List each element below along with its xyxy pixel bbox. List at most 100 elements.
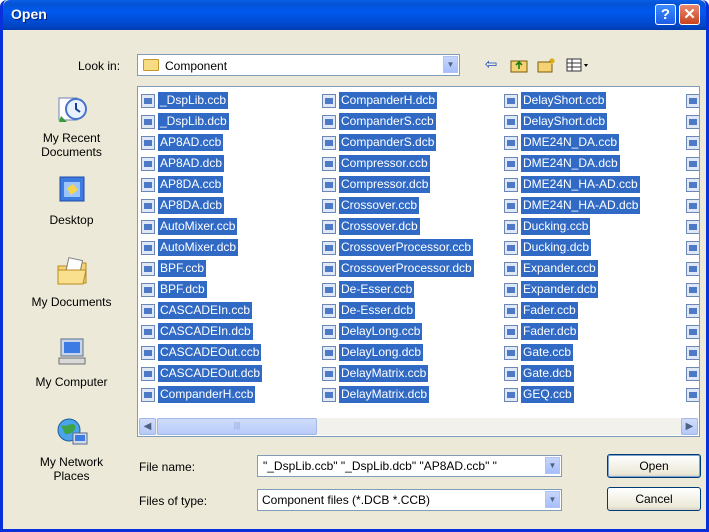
file-name: _DspLib.dcb [158,113,229,130]
file-icon [504,367,518,381]
file-icon [322,220,336,234]
file-type-value: Component files (*.DCB *.CCB) [262,493,431,507]
file-name: CrossoverProcessor.ccb [339,239,474,256]
file-name: DelayMatrix.dcb [339,386,430,403]
file-name: Crossover.ccb [339,197,420,214]
dialog-title: Open [11,6,47,22]
chevron-down-icon[interactable]: ▼ [545,491,560,508]
place-my-recent-documents[interactable]: My Recent Documents [15,92,128,159]
file-name: Ducking.ccb [521,218,591,235]
scroll-left-icon[interactable]: ◀ [139,418,156,435]
help-button[interactable]: ? [655,4,676,25]
chevron-down-icon[interactable]: ▼ [545,457,560,474]
file-icon [686,136,699,150]
file-icon [322,388,336,402]
open-button[interactable]: Open [607,454,701,478]
file-icon [686,115,699,129]
file-icon [686,304,699,318]
file-icon [141,220,155,234]
file-name: Expander.dcb [521,281,599,298]
horizontal-scrollbar[interactable]: ◀ ||| ▶ [139,418,698,435]
scroll-thumb[interactable]: ||| [157,418,317,435]
file-name-text[interactable] [261,458,545,474]
file-name: DME24N_DA.ccb [521,134,620,151]
file-icon [504,388,518,402]
title-bar[interactable]: Open ? ✕ [3,0,706,30]
place-label: My Documents [31,295,112,309]
file-icon [686,388,699,402]
file-name: Expander.ccb [521,260,598,277]
file-icon [504,220,518,234]
file-icon [141,304,155,318]
file-icon [504,346,518,360]
recent-documents-icon [58,97,87,122]
file-name: CASCADEIn.ccb [158,302,253,319]
open-dialog: Open ? ✕ Look in: Component ▼ ⇦ My Recen… [0,0,709,532]
file-icon [686,241,699,255]
file-name: DME24N_DA.dcb [521,155,620,172]
chevron-down-icon[interactable]: ▼ [443,56,458,73]
file-icon [141,388,155,402]
place-my-documents[interactable]: My Documents [15,256,128,309]
file-icon [686,367,699,381]
file-icon [686,262,699,276]
file-icon [322,199,336,213]
look-in-label: Look in: [78,59,121,73]
file-icon [141,367,155,381]
desktop-icon [59,176,84,202]
file-icon [504,94,518,108]
place-label: Desktop [49,213,94,227]
file-name: AP8AD.ccb [158,134,224,151]
scroll-right-icon[interactable]: ▶ [681,418,698,435]
file-name: AP8AD.dcb [158,155,225,172]
place-desktop[interactable]: Desktop [15,174,128,227]
file-icon [322,283,336,297]
file-icon [322,136,336,150]
file-icon [141,178,155,192]
folder-icon [143,59,159,71]
file-name: DelayShort.ccb [521,92,607,109]
file-name: AutoMixer.ccb [158,218,238,235]
file-list[interactable]: _DspLib.ccb _DspLib.dcb AP8AD.ccb AP8AD.… [137,86,700,437]
file-name: AP8DA.dcb [158,197,225,214]
file-name: Gate.dcb [521,365,574,382]
place-my-computer[interactable]: My Computer [15,336,128,389]
file-name: CrossoverProcessor.dcb [339,260,474,277]
file-name: BPF.dcb [158,281,207,298]
file-type-dropdown[interactable]: Component files (*.DCB *.CCB) ▼ [257,489,562,511]
file-icon [504,178,518,192]
file-icon [504,262,518,276]
file-name: Fader.dcb [521,323,579,340]
file-icon [141,199,155,213]
file-icon [686,94,699,108]
place-my-network-places[interactable]: My Network Places [15,416,128,483]
file-name-label: File name: [139,460,196,474]
back-arrow-icon[interactable]: ⇦ [480,54,502,76]
file-icon [141,136,155,150]
file-icon [686,157,699,171]
file-icon [504,283,518,297]
file-icon [504,115,518,129]
file-name: CompanderH.ccb [158,386,256,403]
file-name: Compressor.dcb [339,176,431,193]
file-name: DelayLong.dcb [339,344,424,361]
new-folder-icon[interactable] [536,54,558,76]
file-icon [686,199,699,213]
file-icon [322,325,336,339]
cancel-button[interactable]: Cancel [607,487,701,511]
up-folder-icon[interactable] [508,54,530,76]
my-documents-icon [57,257,87,285]
file-name: GEQ.ccb [521,386,574,403]
view-menu-icon[interactable] [564,54,592,76]
file-name: CASCADEIn.dcb [158,323,253,340]
file-name-input[interactable]: ▼ [257,455,562,477]
file-icon [504,304,518,318]
look-in-dropdown[interactable]: Component ▼ [137,54,460,76]
file-name: AP8DA.ccb [158,176,224,193]
file-name: CompanderS.ccb [339,113,436,130]
file-icon [504,325,518,339]
file-name: AutoMixer.dcb [158,239,239,256]
close-button[interactable]: ✕ [679,4,700,25]
file-name: Gate.ccb [521,344,574,361]
file-icon [141,115,155,129]
